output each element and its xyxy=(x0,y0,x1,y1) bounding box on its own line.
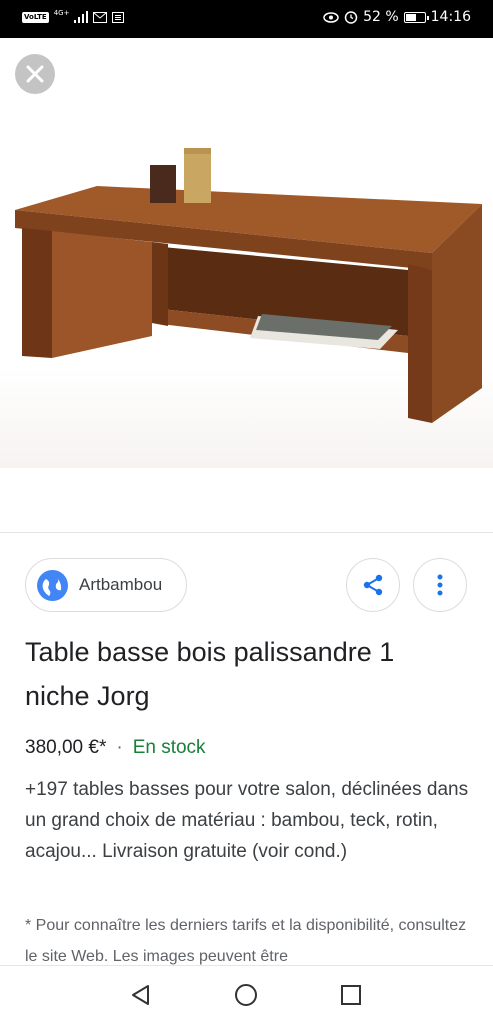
share-button[interactable] xyxy=(346,558,400,612)
navigation-bar xyxy=(0,965,493,1024)
image-divider xyxy=(0,532,493,533)
source-chip[interactable]: Artbambou xyxy=(25,558,187,612)
product-description: +197 tables basses pour votre salon, déc… xyxy=(25,779,469,862)
volte-badge: VoLTE xyxy=(22,11,49,23)
back-button[interactable] xyxy=(128,982,154,1008)
coffee-table-illustration xyxy=(0,38,493,532)
clock: 14:16 xyxy=(430,9,471,25)
recents-button[interactable] xyxy=(338,982,364,1008)
price-row: 380,00 €* · En stock xyxy=(25,735,206,761)
home-button[interactable] xyxy=(233,982,259,1008)
recents-icon xyxy=(341,985,361,1005)
signal-icon xyxy=(74,11,89,23)
close-icon xyxy=(26,65,44,83)
home-icon xyxy=(235,984,257,1006)
product-title: Table basse bois palissandre 1 niche Jor… xyxy=(25,637,395,711)
close-button[interactable] xyxy=(15,54,55,94)
news-icon xyxy=(112,11,125,23)
status-right: 52 % 14:16 xyxy=(323,9,471,25)
globe-icon xyxy=(37,569,68,601)
product-price: 380,00 €* xyxy=(25,737,107,758)
price-disclaimer: * Pour connaître les derniers tarifs et … xyxy=(25,917,467,965)
separator: · xyxy=(116,737,123,758)
back-icon xyxy=(132,985,149,1005)
battery-level xyxy=(405,13,417,21)
more-options-button[interactable] xyxy=(413,558,467,612)
product-image xyxy=(0,38,493,532)
more-vert-icon xyxy=(437,574,443,596)
status-bar: VoLTE 4G+ 52 % 14:16 xyxy=(0,0,493,38)
mail-icon xyxy=(93,11,108,23)
source-name: Artbambou xyxy=(79,575,163,594)
share-icon xyxy=(363,574,383,596)
status-left: VoLTE 4G+ xyxy=(22,8,125,23)
availability-status: En stock xyxy=(132,737,206,758)
alarm-icon xyxy=(344,11,358,24)
eye-icon xyxy=(323,11,339,23)
network-type: 4G+ xyxy=(53,8,70,17)
battery-icon xyxy=(403,11,429,23)
battery-percent: 52 % xyxy=(363,9,399,25)
